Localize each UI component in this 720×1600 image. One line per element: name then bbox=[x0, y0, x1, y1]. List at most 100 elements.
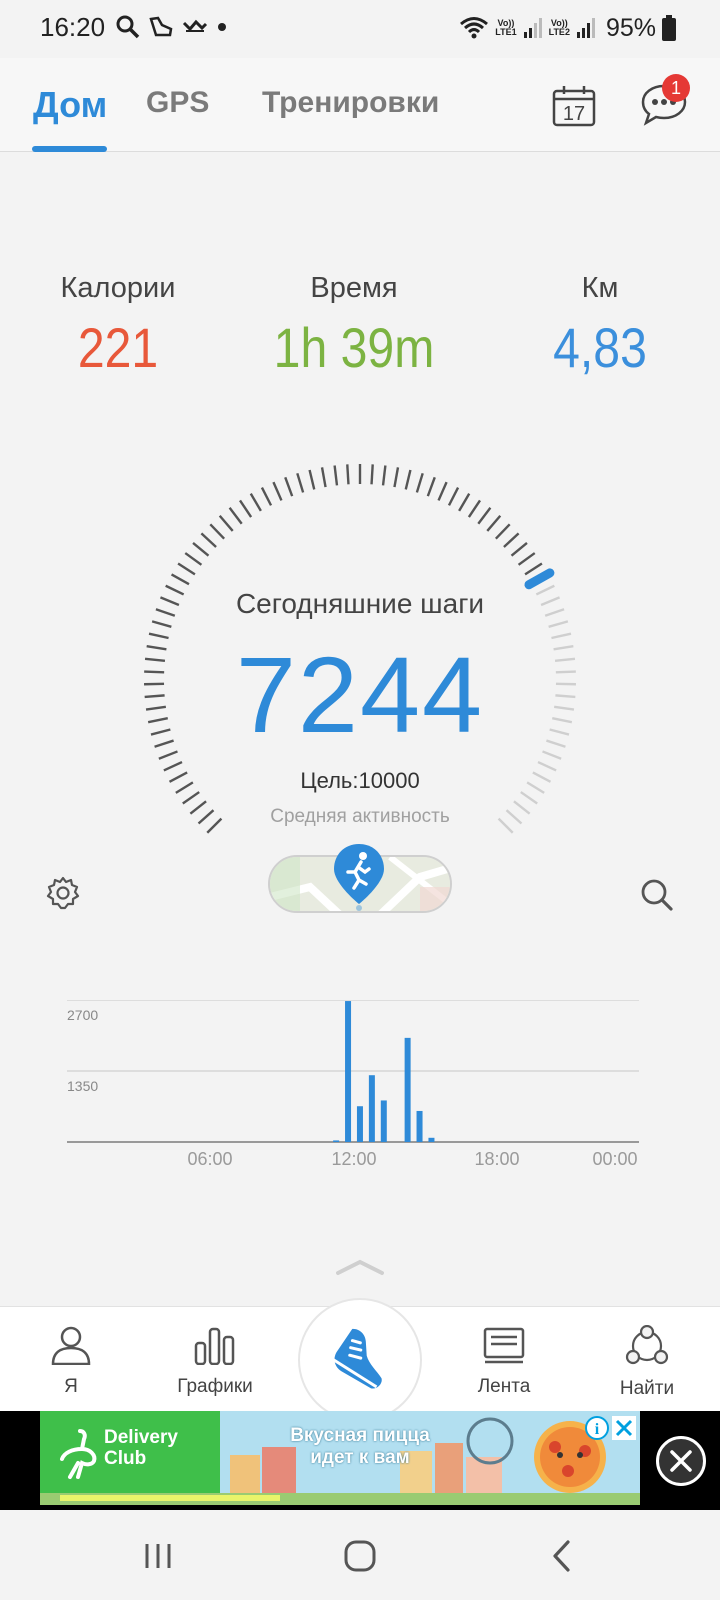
back-icon[interactable] bbox=[550, 1539, 574, 1573]
chart-bar bbox=[380, 1100, 387, 1142]
gauge-tick bbox=[177, 562, 196, 576]
gauge-tick bbox=[200, 532, 217, 548]
home-icon[interactable] bbox=[343, 1539, 377, 1573]
run-pin-icon[interactable] bbox=[331, 842, 387, 912]
time-value: 1h 39m bbox=[273, 316, 435, 379]
gauge-tick bbox=[209, 523, 226, 540]
gear-icon bbox=[46, 876, 80, 910]
search-button[interactable] bbox=[640, 878, 674, 917]
nav-find-label: Найти bbox=[619, 1378, 675, 1399]
km-value: 4,83 bbox=[553, 316, 647, 379]
chart-bar bbox=[416, 1110, 423, 1142]
svg-text:i: i bbox=[595, 1421, 600, 1438]
ad-close-button[interactable] bbox=[656, 1436, 706, 1486]
sim2-label: Vo)) LTE2 bbox=[548, 18, 570, 37]
nav-charts-label: Графики bbox=[177, 1376, 253, 1397]
gauge-tick bbox=[346, 464, 350, 485]
gauge-tick bbox=[503, 532, 520, 548]
steps-home-button[interactable] bbox=[298, 1298, 422, 1422]
gauge-tick bbox=[296, 472, 305, 493]
gauge-tick bbox=[467, 499, 482, 518]
gauge-tick bbox=[458, 493, 471, 512]
nav-feed[interactable]: Лента bbox=[444, 1325, 564, 1398]
wifi-icon bbox=[460, 17, 489, 39]
x-tick-label: 12:00 bbox=[331, 1149, 376, 1169]
steps-count: 7244 bbox=[235, 634, 485, 755]
gauge-tick bbox=[370, 464, 374, 485]
close-icon bbox=[670, 1450, 692, 1472]
tab-home[interactable]: Дом bbox=[33, 84, 107, 126]
gauge-tick bbox=[415, 472, 424, 493]
ad-info-icon[interactable]: i bbox=[584, 1415, 610, 1441]
chevron-up-icon[interactable] bbox=[336, 1258, 384, 1276]
chart-bar bbox=[333, 1140, 340, 1142]
tab-gps[interactable]: GPS bbox=[146, 86, 209, 120]
system-navigation-bar bbox=[0, 1510, 720, 1600]
gauge-tick bbox=[494, 523, 511, 540]
time-label: Время bbox=[310, 272, 398, 304]
app-notification-icon bbox=[182, 19, 208, 32]
nav-charts[interactable]: Графики bbox=[155, 1325, 275, 1398]
hourly-steps-chart: 2700 1350 06:00 12:00 18:00 00:00 bbox=[67, 1000, 639, 1169]
battery-icon bbox=[662, 15, 676, 41]
ad-text-line1: Вкусная пицца bbox=[290, 1425, 430, 1446]
find-people-icon bbox=[625, 1324, 669, 1365]
nav-feed-label: Лента bbox=[477, 1376, 531, 1397]
battery-percent: 95% bbox=[605, 13, 656, 42]
km-label: Км bbox=[581, 272, 619, 304]
gauge-tick bbox=[333, 465, 339, 486]
gauge-tick bbox=[192, 542, 210, 557]
chart-bar bbox=[404, 1037, 411, 1142]
gauge-tick bbox=[486, 514, 502, 532]
notification-icons bbox=[116, 12, 228, 42]
gauge-tick bbox=[447, 486, 460, 506]
gauge-tick bbox=[218, 514, 234, 532]
bar-chart-icon bbox=[194, 1327, 235, 1366]
ad-x-icon[interactable] bbox=[612, 1416, 636, 1440]
gauge-tick bbox=[184, 552, 203, 566]
status-bar: 16:20 Vo)) LTE1 Vo)) LTE2 95% bbox=[0, 0, 720, 56]
x-tick-label: 00:00 bbox=[592, 1149, 637, 1169]
tab-workouts[interactable]: Тренировки bbox=[262, 86, 439, 120]
gauge-tick bbox=[381, 465, 387, 486]
gauge-tick bbox=[426, 476, 436, 497]
calories-label: Калории bbox=[60, 272, 176, 304]
calories-value: 221 bbox=[77, 316, 159, 379]
ad-banner[interactable]: Delivery Club Вкусная пицца идет к вам i bbox=[40, 1411, 640, 1505]
nav-me-label: Я bbox=[64, 1376, 78, 1397]
calories-stat: Калории 221 bbox=[18, 272, 218, 380]
feed-icon bbox=[483, 1327, 525, 1364]
gauge-tick bbox=[272, 481, 283, 501]
search-notification-icon bbox=[116, 15, 140, 39]
time-stat: Время 1h 39m bbox=[254, 272, 454, 380]
shoe-icon bbox=[331, 1328, 382, 1389]
y-tick-label: 2700 bbox=[67, 1007, 98, 1023]
signal-2-icon bbox=[576, 18, 595, 38]
gauge-tick bbox=[260, 486, 273, 506]
calendar-day: 17 bbox=[563, 103, 585, 125]
settings-button[interactable] bbox=[46, 876, 80, 915]
gauge-tick bbox=[170, 573, 190, 586]
gauge-tick bbox=[308, 469, 316, 490]
status-time: 16:20 bbox=[40, 12, 106, 42]
calendar-button[interactable]: 17 bbox=[552, 85, 596, 132]
gauge-tick bbox=[151, 620, 172, 628]
gauge-tick bbox=[477, 507, 492, 525]
chart-bar bbox=[428, 1137, 435, 1142]
nav-find[interactable]: Найти bbox=[587, 1324, 707, 1400]
activity-level: Средняя активность bbox=[270, 806, 450, 827]
chart-bar bbox=[368, 1075, 375, 1142]
gauge-tick bbox=[524, 562, 543, 576]
steps-goal: Цель:10000 bbox=[300, 768, 420, 793]
gauge-tick bbox=[284, 476, 294, 497]
ad-text: Вкусная пицца идет к вам bbox=[260, 1425, 460, 1469]
gauge-progress-marker bbox=[524, 568, 555, 590]
recent-apps-icon[interactable] bbox=[142, 1540, 174, 1572]
nav-me[interactable]: Я bbox=[11, 1325, 131, 1398]
gauge-tick bbox=[437, 481, 448, 501]
ad-text-line2: идет к вам bbox=[310, 1447, 410, 1468]
dot-icon bbox=[218, 23, 226, 31]
km-stat: Км 4,83 bbox=[500, 272, 700, 380]
x-tick-label: 18:00 bbox=[474, 1149, 519, 1169]
active-tab-indicator bbox=[32, 146, 107, 152]
